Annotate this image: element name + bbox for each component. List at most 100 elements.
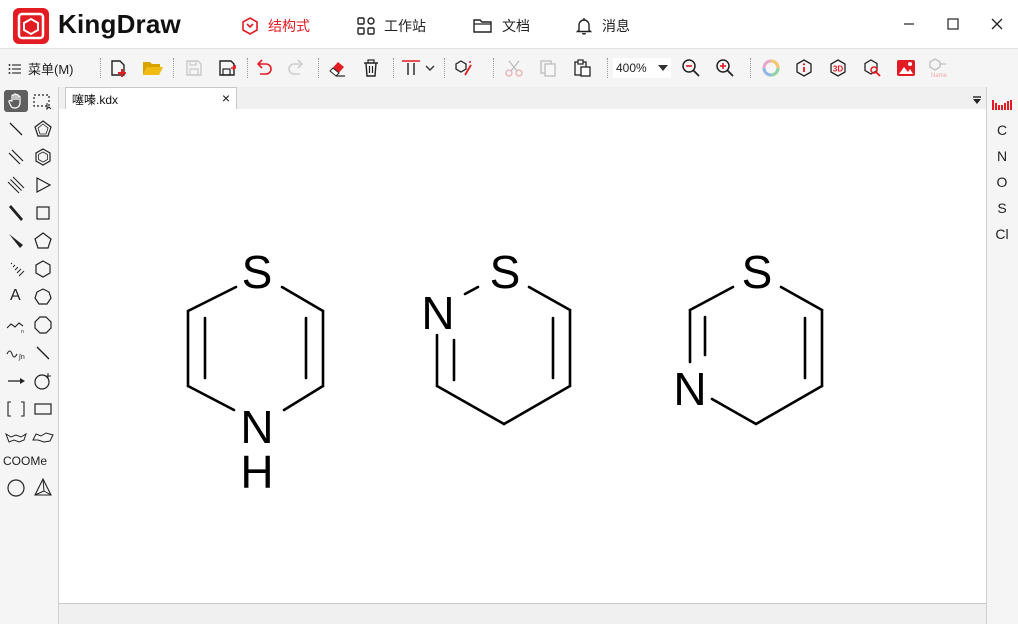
clean-structure-button[interactable] [450, 56, 476, 80]
delete-button[interactable] [358, 56, 384, 80]
triple-bond-tool[interactable] [4, 174, 28, 196]
align-dropdown-button[interactable] [398, 56, 438, 80]
tab-document[interactable]: 噻嗪.kdx × [65, 87, 237, 109]
element-c[interactable]: C [987, 122, 1017, 138]
element-n[interactable]: N [987, 148, 1017, 164]
save-as-button[interactable] [215, 56, 241, 80]
new-file-icon [111, 60, 126, 77]
double-bond-tool[interactable] [4, 146, 28, 168]
menu-label: 菜单(M) [28, 62, 74, 77]
chain-tool[interactable]: n [4, 314, 28, 336]
text-tool[interactable]: A [10, 287, 21, 305]
cyclobutane-tool[interactable] [31, 202, 55, 224]
atom-label-n[interactable]: N [421, 287, 454, 339]
app-name: KingDraw [58, 9, 181, 39]
tab-title: 噻嗪.kdx [72, 93, 119, 107]
periodic-table-button[interactable] [992, 97, 1012, 115]
zoom-in-icon [716, 59, 734, 77]
line-tool[interactable] [31, 342, 55, 364]
undo-icon [256, 59, 272, 75]
select-rect-icon [33, 94, 52, 110]
menu-button[interactable]: 菜单(M) [8, 59, 74, 78]
rectangle-tool[interactable] [31, 398, 55, 420]
cycloheptane-tool[interactable] [31, 286, 55, 308]
cyclopropane-tool[interactable] [31, 174, 55, 196]
zoom-out-button[interactable] [678, 56, 704, 80]
toolbar-divider [607, 58, 608, 78]
bell-icon [575, 18, 593, 35]
molecule-3[interactable] [688, 285, 824, 426]
tab-dropdown-icon [973, 96, 981, 104]
atom-label-n[interactable]: N [673, 363, 706, 415]
image-button[interactable] [893, 56, 919, 80]
hash-wedge-tool[interactable] [4, 258, 28, 280]
info-icon [796, 59, 812, 77]
paste-button[interactable] [569, 56, 595, 80]
single-bond-tool[interactable] [4, 118, 28, 140]
molecule-2[interactable] [435, 285, 572, 426]
benzene-tool[interactable] [31, 146, 55, 168]
circle-tool[interactable] [4, 477, 28, 499]
left-tool-panel: A n ∫n COOMe [0, 87, 59, 624]
bracket-icon [7, 401, 25, 417]
boat-tool[interactable] [31, 426, 55, 448]
name-button[interactable]: Name [926, 56, 952, 80]
select-rect-tool[interactable] [31, 90, 55, 112]
nav-structure-label: 结构式 [268, 18, 310, 34]
zoom-in-button[interactable] [712, 56, 738, 80]
minimize-button[interactable] [895, 12, 923, 36]
copy-button[interactable] [535, 56, 561, 80]
cyclohexane-tool[interactable] [31, 258, 55, 280]
bold-wedge-tool[interactable] [4, 230, 28, 252]
tab-close-button[interactable]: × [222, 90, 230, 106]
hand-tool[interactable] [4, 90, 28, 112]
info-button[interactable] [791, 56, 817, 80]
undo-button[interactable] [250, 56, 276, 80]
nav-messages[interactable]: 消息 [574, 14, 630, 38]
color-button[interactable] [758, 56, 784, 80]
structure-icon [242, 17, 258, 35]
chair-tool[interactable] [4, 426, 28, 448]
bracket-chain-tool[interactable]: ∫n [4, 342, 28, 364]
charge-tool[interactable] [31, 370, 55, 392]
maximize-button[interactable] [939, 12, 967, 36]
atom-label-s[interactable]: S [242, 246, 273, 298]
element-o[interactable]: O [987, 174, 1017, 190]
zoom-select[interactable]: 400% [613, 58, 671, 78]
element-s[interactable]: S [987, 200, 1017, 216]
nav-workstation[interactable]: 工作站 [356, 14, 426, 38]
search-structure-button[interactable] [859, 56, 885, 80]
new-file-button[interactable] [106, 56, 132, 80]
cut-button[interactable] [501, 56, 527, 80]
close-icon [991, 18, 1003, 30]
nav-structure[interactable]: 结构式 [240, 14, 310, 38]
wedge-bond-tool[interactable] [4, 202, 28, 224]
close-window-button[interactable] [983, 12, 1011, 36]
redo-icon [288, 59, 304, 75]
orbital-tool[interactable] [31, 477, 55, 499]
molecule-1[interactable] [186, 285, 325, 412]
nav-documents[interactable]: 文档 [472, 14, 530, 38]
toolbar-divider [173, 58, 174, 78]
cyclooctane-tool[interactable] [31, 314, 55, 336]
bracket-tool[interactable] [4, 398, 28, 420]
group-label-tool[interactable]: COOMe [3, 454, 47, 468]
3d-view-button[interactable]: 3D [825, 56, 851, 80]
atom-label-s[interactable]: S [490, 246, 521, 298]
open-folder-button[interactable] [140, 56, 166, 80]
drawing-canvas[interactable]: S N H S N S N [59, 109, 986, 604]
atom-label-s[interactable]: S [742, 246, 773, 298]
tab-menu-button[interactable] [972, 92, 982, 110]
atom-label-h[interactable]: H [240, 446, 273, 498]
arrow-tool[interactable] [4, 370, 28, 392]
periodic-table-icon [992, 100, 1012, 110]
element-cl[interactable]: Cl [987, 226, 1017, 242]
save-button[interactable] [181, 56, 207, 80]
redo-button[interactable] [284, 56, 310, 80]
cyclopentane-tool[interactable] [31, 230, 55, 252]
eraser-button[interactable] [324, 56, 350, 80]
save-as-icon [219, 60, 236, 76]
arrow-icon [8, 378, 25, 384]
toolbar-divider [247, 58, 248, 78]
cyclopentadiene-tool[interactable] [31, 118, 55, 140]
